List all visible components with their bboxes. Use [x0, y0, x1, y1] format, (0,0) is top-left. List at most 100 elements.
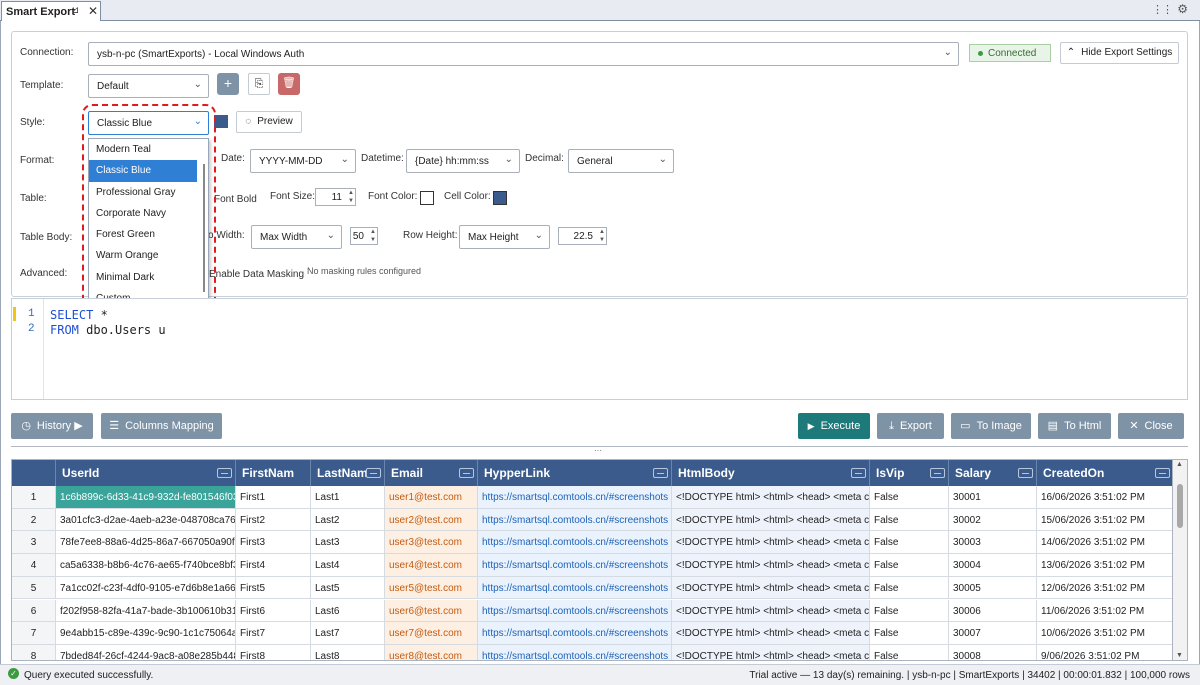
splitter-grip-icon[interactable]: ⋯: [594, 447, 602, 455]
columns-mapping-button[interactable]: ☰ Columns Mapping: [101, 413, 222, 439]
cell-htmlbody[interactable]: <!DOCTYPE html> <html> <head> <meta ch..…: [672, 622, 870, 645]
grid-vertical-scrollbar[interactable]: ▲ ▼: [1173, 459, 1188, 661]
filter-icon[interactable]: [851, 468, 866, 478]
hide-export-settings-button[interactable]: ⌃ Hide Export Settings: [1060, 42, 1179, 64]
column-header[interactable]: HtmlBody: [672, 460, 870, 486]
column-header[interactable]: Salary: [949, 460, 1037, 486]
row-height-mode-select[interactable]: Max Height ⌄: [459, 225, 550, 249]
scroll-up-icon[interactable]: ▲: [1176, 461, 1183, 468]
cell-lastname[interactable]: Last8: [311, 644, 385, 660]
cell-htmlbody[interactable]: <!DOCTYPE html> <html> <head> <meta ch..…: [672, 531, 870, 555]
cell-email[interactable]: user6@test.com: [385, 599, 478, 623]
cell-email[interactable]: user3@test.com: [385, 531, 478, 555]
cell-hyperlink[interactable]: https://smartsql.comtools.cn/#screenshot…: [478, 576, 672, 600]
decimal-format-select[interactable]: General ⌄: [568, 149, 674, 173]
cell-email[interactable]: user7@test.com: [385, 622, 478, 645]
template-select[interactable]: Default ⌄: [88, 74, 209, 98]
row-number[interactable]: 2: [12, 508, 56, 532]
cell-salary[interactable]: 30006: [949, 599, 1037, 623]
filter-icon[interactable]: [217, 468, 232, 478]
cell-salary[interactable]: 30004: [949, 554, 1037, 577]
cell-email[interactable]: user8@test.com: [385, 644, 478, 660]
cell-email[interactable]: user4@test.com: [385, 554, 478, 577]
stepper-arrows-icon[interactable]: ▲ ▼: [348, 189, 354, 205]
font-bold-checkbox[interactable]: Font Bold: [214, 194, 257, 205]
cell-htmlbody[interactable]: <!DOCTYPE html> <html> <head> <meta ch..…: [672, 486, 870, 509]
cell-htmlbody[interactable]: <!DOCTYPE html> <html> <head> <meta ch..…: [672, 576, 870, 600]
row-number[interactable]: 4: [12, 554, 56, 577]
column-width-mode-select[interactable]: Max Width ⌄: [251, 225, 342, 249]
cell-createdon[interactable]: 16/06/2026 3:51:02 PM: [1037, 486, 1172, 509]
code-line[interactable]: SELECT *: [50, 308, 108, 322]
cell-firstname[interactable]: First8: [236, 644, 311, 660]
cell-lastname[interactable]: Last2: [311, 508, 385, 532]
cell-isvip[interactable]: False: [870, 531, 949, 555]
datetime-format-select[interactable]: {Date} hh:mm:ss ⌄: [406, 149, 520, 173]
close-button[interactable]: ✕ Close: [1118, 413, 1184, 439]
delete-template-button[interactable]: 🗑: [278, 73, 300, 95]
cell-salary[interactable]: 30008: [949, 644, 1037, 660]
column-header[interactable]: Email: [385, 460, 478, 486]
preview-button[interactable]: ◌ Preview: [236, 111, 302, 133]
cell-lastname[interactable]: Last5: [311, 576, 385, 600]
cell-createdon[interactable]: 12/06/2026 3:51:02 PM: [1037, 577, 1172, 600]
stepper-arrows-icon[interactable]: ▲ ▼: [370, 228, 376, 244]
cell-isvip[interactable]: False: [870, 554, 949, 577]
data-masking-checkbox[interactable]: Enable Data Masking: [209, 269, 304, 280]
cell-email[interactable]: user5@test.com: [385, 576, 478, 600]
pin-icon[interactable]: ⊿: [71, 5, 79, 16]
gear-icon[interactable]: ⚙: [1177, 2, 1188, 16]
cell-hyperlink[interactable]: https://smartsql.comtools.cn/#screenshot…: [478, 599, 672, 623]
cell-firstname[interactable]: First3: [236, 531, 311, 555]
column-header[interactable]: CreatedOn: [1037, 460, 1172, 486]
tab-smart-export[interactable]: Smart Export ⊿ ✕: [1, 1, 101, 21]
cell-createdon[interactable]: 10/06/2026 3:51:02 PM: [1037, 622, 1172, 645]
cell-userid[interactable]: 7a1cc02f-c23f-4df0-9105-e7d6b8e1a668: [56, 576, 236, 600]
sql-editor[interactable]: 1 2 SELECT * FROM dbo.Users u: [11, 298, 1188, 400]
filter-icon[interactable]: [366, 468, 381, 478]
cell-userid[interactable]: 1c6b899c-6d33-41c9-932d-fe801546f039: [56, 486, 236, 509]
connection-select[interactable]: ysb-n-pc (SmartExports) - Local Windows …: [88, 42, 959, 66]
cell-isvip[interactable]: False: [870, 599, 949, 623]
cell-salary[interactable]: 30007: [949, 622, 1037, 645]
scroll-down-icon[interactable]: ▼: [1176, 652, 1183, 659]
more-options-icon[interactable]: ⋮⋮: [1152, 3, 1173, 16]
cell-isvip[interactable]: False: [870, 644, 949, 660]
cell-email[interactable]: user2@test.com: [385, 508, 478, 532]
cell-isvip[interactable]: False: [870, 486, 949, 509]
column-header[interactable]: LastNam: [311, 460, 385, 486]
cell-htmlbody[interactable]: <!DOCTYPE html> <html> <head> <meta ch..…: [672, 508, 870, 532]
cell-firstname[interactable]: First6: [236, 599, 311, 623]
cell-firstname[interactable]: First2: [236, 508, 311, 532]
cell-isvip[interactable]: False: [870, 622, 949, 645]
cell-isvip[interactable]: False: [870, 508, 949, 532]
cell-lastname[interactable]: Last1: [311, 486, 385, 509]
column-header[interactable]: FirstNam: [236, 460, 311, 486]
to-html-button[interactable]: ▤ To Html: [1038, 413, 1111, 439]
cell-userid[interactable]: 9e4abb15-c89e-439c-9c90-1c1c75064a65: [56, 622, 236, 645]
scrollbar-thumb[interactable]: [1177, 484, 1183, 528]
history-button[interactable]: ◷ History ▶: [11, 413, 93, 439]
row-number[interactable]: 8: [12, 644, 56, 660]
cell-userid[interactable]: 78fe7ee8-88a6-4d25-86a7-667050a90fe2: [56, 531, 236, 555]
cell-createdon[interactable]: 9/06/2026 3:51:02 PM: [1037, 645, 1172, 660]
add-template-button[interactable]: +: [217, 73, 239, 95]
cell-salary[interactable]: 30002: [949, 508, 1037, 532]
cell-createdon[interactable]: 14/06/2026 3:51:02 PM: [1037, 531, 1172, 555]
row-number[interactable]: 6: [12, 599, 56, 623]
cell-hyperlink[interactable]: https://smartsql.comtools.cn/#screenshot…: [478, 508, 672, 532]
to-image-button[interactable]: ▭ To Image: [951, 413, 1031, 439]
row-number[interactable]: 5: [12, 576, 56, 600]
cell-createdon[interactable]: 11/06/2026 3:51:02 PM: [1037, 600, 1172, 623]
cell-isvip[interactable]: False: [870, 576, 949, 600]
cell-htmlbody[interactable]: <!DOCTYPE html> <html> <head> <meta ch..…: [672, 599, 870, 623]
row-height-stepper[interactable]: 22.5 ▲ ▼: [558, 227, 607, 245]
cell-hyperlink[interactable]: https://smartsql.comtools.cn/#screenshot…: [478, 554, 672, 577]
column-header[interactable]: HypperLink: [478, 460, 672, 486]
cell-lastname[interactable]: Last6: [311, 599, 385, 623]
row-number[interactable]: 3: [12, 531, 56, 555]
cell-firstname[interactable]: First5: [236, 576, 311, 600]
cell-hyperlink[interactable]: https://smartsql.comtools.cn/#screenshot…: [478, 622, 672, 645]
cell-hyperlink[interactable]: https://smartsql.comtools.cn/#screenshot…: [478, 531, 672, 555]
column-header[interactable]: UserId: [56, 460, 236, 486]
